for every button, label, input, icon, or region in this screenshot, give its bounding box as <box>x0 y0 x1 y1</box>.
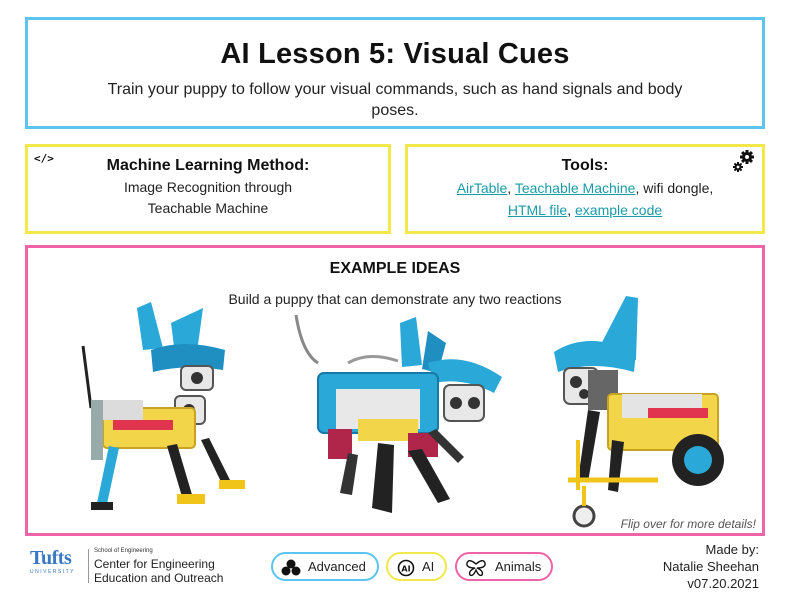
logo-divider <box>88 549 89 583</box>
tools-title: Tools: <box>561 157 609 174</box>
teachable-machine-link[interactable]: Teachable Machine <box>515 180 636 196</box>
code-icon: </> <box>34 152 54 165</box>
advanced-badge: Advanced <box>271 552 379 581</box>
ml-method-title: Machine Learning Method: <box>106 157 310 174</box>
example-code-link[interactable]: example code <box>575 202 662 218</box>
version-label: v07.20.2021 <box>687 576 759 591</box>
airtable-link[interactable]: AirTable <box>457 180 508 196</box>
butterfly-icon <box>465 559 487 580</box>
robot-puppy-standing-image <box>81 302 245 510</box>
tools-separator: , wifi dongle, <box>635 180 714 196</box>
tools-separator: , <box>507 180 515 196</box>
credits: Made by: Natalie Sheehan v07.20.2021 <box>663 541 759 592</box>
lesson-title: AI Lesson 5: Visual Cues <box>220 38 570 70</box>
ml-method-text: Image Recognition through Teachable Mach… <box>28 177 388 219</box>
tools-list: AirTable, Teachable Machine, wifi dongle… <box>408 177 762 221</box>
example-ideas-title: EXAMPLE IDEAS <box>329 260 461 277</box>
gears-icon <box>730 149 756 180</box>
svg-text:AI: AI <box>401 565 410 574</box>
flip-over-note: Flip over for more details! <box>620 517 756 531</box>
advanced-badge-label: Advanced <box>308 559 366 574</box>
html-file-link[interactable]: HTML file <box>508 202 567 218</box>
tools-separator: , <box>567 202 575 218</box>
ceeo-name-line2: Education and Outreach <box>94 571 224 585</box>
tools-box: Tools: AirTable, Teachable Machine, wifi… <box>405 144 765 234</box>
tufts-wordmark: Tufts <box>30 547 72 569</box>
made-by-label: Made by: <box>705 542 759 557</box>
tufts-ceeo-logo: Tufts UNIVERSITY School of Engineering C… <box>28 545 228 585</box>
school-of-engineering-text: School of Engineering <box>94 548 153 554</box>
ai-badge-label: AI <box>422 559 435 574</box>
three-dots-icon <box>281 559 301 579</box>
lesson-subtitle: Train your puppy to follow your visual c… <box>107 81 683 119</box>
tufts-university-text: UNIVERSITY <box>30 569 76 575</box>
ai-badge: AI AI <box>386 552 447 581</box>
example-ideas-box: EXAMPLE IDEAS Build a puppy that can dem… <box>25 245 765 536</box>
ml-method-line1: Image Recognition through <box>123 179 293 195</box>
ai-chip-icon: AI <box>396 559 416 580</box>
lesson-title-box: AI Lesson 5: Visual Cues Train your pupp… <box>25 17 765 129</box>
robot-puppy-wheelchair-image <box>554 296 724 528</box>
animals-badge-label: Animals <box>495 559 542 574</box>
ceeo-name-line1: Center for Engineering <box>94 557 215 571</box>
ml-method-line2: Teachable Machine <box>147 200 269 216</box>
author-name: Natalie Sheehan <box>662 559 759 574</box>
ml-method-box: </> Machine Learning Method: Image Recog… <box>25 144 391 234</box>
robot-puppy-walking-image <box>294 314 502 513</box>
animals-badge: Animals <box>455 552 553 581</box>
